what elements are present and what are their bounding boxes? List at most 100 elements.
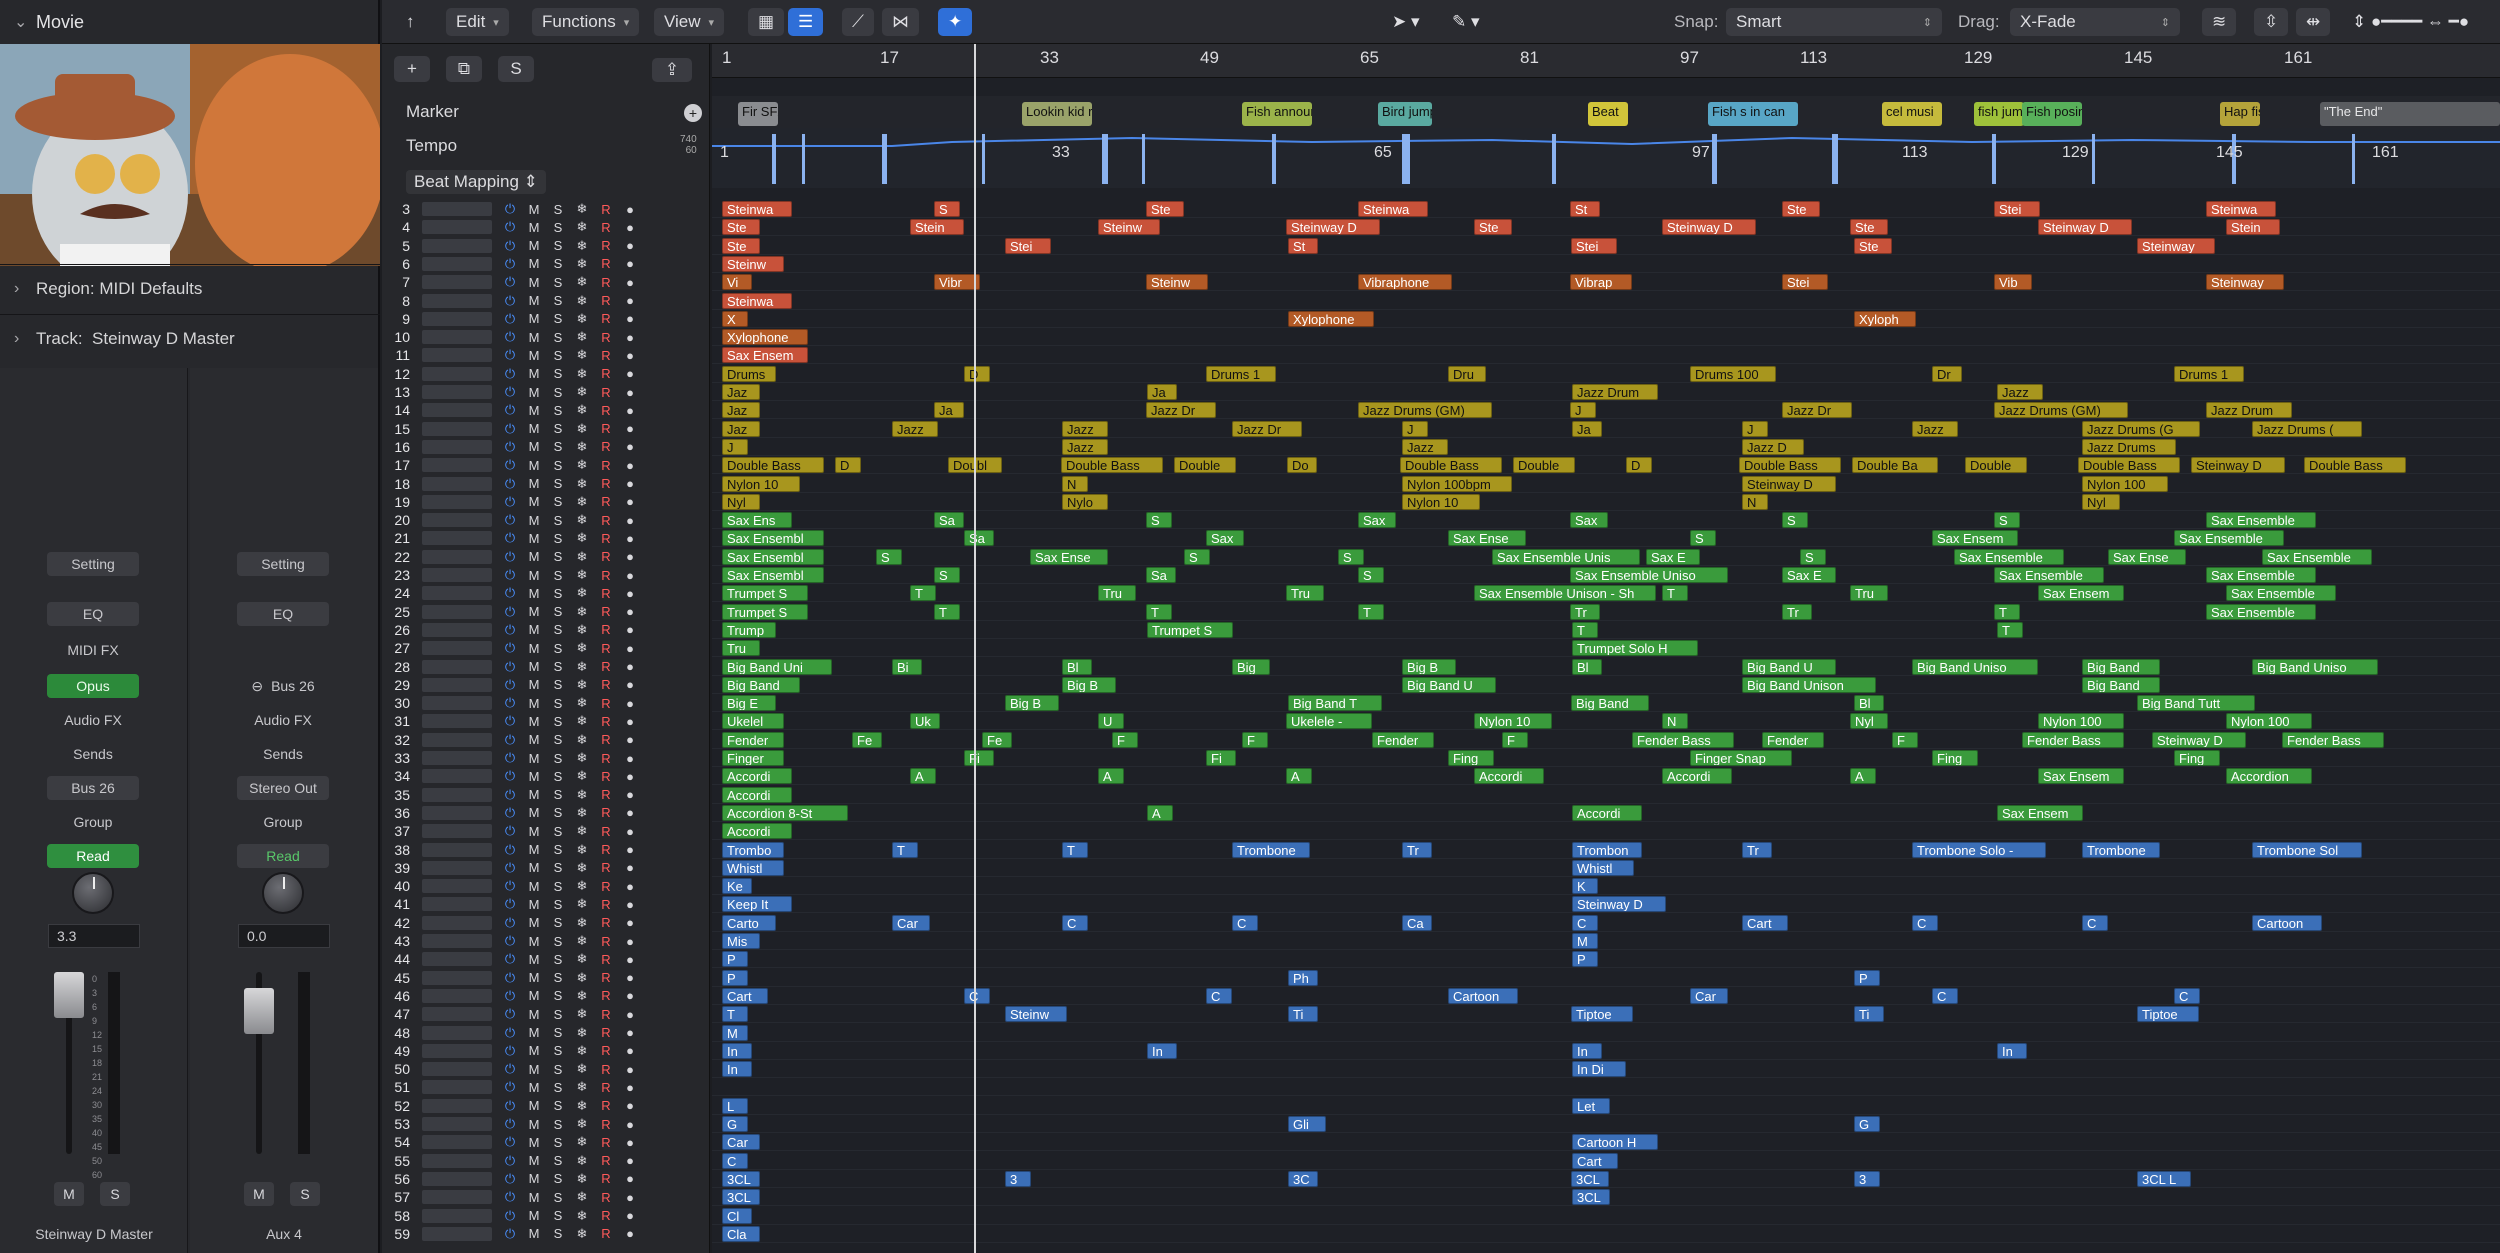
pencil-tool-icon[interactable]: ✎ ▾: [1442, 8, 1490, 36]
input-monitor-icon[interactable]: ●: [618, 897, 642, 912]
back-arrow-icon[interactable]: ↑: [396, 8, 425, 36]
region[interactable]: Fi: [964, 750, 994, 766]
record-button[interactable]: R: [594, 586, 618, 601]
setting-button[interactable]: Setting: [237, 552, 329, 576]
input-monitor-icon[interactable]: ●: [618, 421, 642, 436]
region[interactable]: Jazz Drums (GM): [1994, 402, 2128, 419]
freeze-icon[interactable]: ❄: [570, 512, 594, 528]
region[interactable]: T: [934, 603, 960, 620]
input-monitor-icon[interactable]: ●: [618, 1153, 642, 1168]
input-monitor-icon[interactable]: ●: [618, 494, 642, 509]
solo-button[interactable]: S: [546, 1208, 570, 1223]
solo-button[interactable]: S: [546, 1226, 570, 1241]
region[interactable]: Sax Ense: [2108, 548, 2186, 565]
region[interactable]: Steinway D: [1742, 475, 1836, 492]
audio-fx-slot[interactable]: Audio FX: [237, 708, 329, 732]
region[interactable]: F: [1502, 731, 1528, 748]
input-monitor-icon[interactable]: ●: [618, 1226, 642, 1241]
track-lane[interactable]: [712, 1078, 2500, 1097]
region[interactable]: Cartoon H: [1572, 1134, 1658, 1151]
mute-button[interactable]: M: [522, 751, 546, 766]
record-button[interactable]: R: [594, 1062, 618, 1077]
power-icon[interactable]: ⏻: [498, 329, 522, 345]
chevron-right-icon[interactable]: ›: [14, 280, 26, 298]
region[interactable]: T: [1062, 841, 1088, 858]
power-icon[interactable]: ⏻: [498, 384, 522, 400]
list-view-icon[interactable]: ☰: [788, 8, 824, 36]
record-button[interactable]: R: [594, 659, 618, 674]
record-button[interactable]: R: [594, 897, 618, 912]
track-lane[interactable]: Trumpet S T T T Tr Tr T Sax Ensemble: [712, 603, 2500, 621]
marker-region[interactable]: Fir SFX: [738, 102, 778, 126]
track-header[interactable]: 47 ⏻ M S ❄ R ●: [382, 1005, 710, 1023]
region[interactable]: Sax Ensemble Unison - Sh: [1474, 585, 1656, 602]
region[interactable]: Fender: [722, 731, 784, 748]
power-icon[interactable]: ⏻: [498, 1171, 522, 1187]
region[interactable]: Stein: [2226, 219, 2280, 236]
track-header[interactable]: 35 ⏻ M S ❄ R ●: [382, 786, 710, 804]
audio-fx-slot[interactable]: Audio FX: [47, 708, 139, 732]
region[interactable]: Dru: [1448, 365, 1486, 382]
freeze-icon[interactable]: ❄: [570, 970, 594, 986]
region[interactable]: Sax Ensembl: [722, 530, 824, 547]
freeze-icon[interactable]: ❄: [570, 585, 594, 601]
region[interactable]: Trombone: [2082, 841, 2160, 858]
solo-button[interactable]: S: [546, 1062, 570, 1077]
freeze-icon[interactable]: ❄: [570, 293, 594, 309]
freeze-icon[interactable]: ❄: [570, 329, 594, 345]
region[interactable]: Bl: [1062, 658, 1092, 675]
view-menu[interactable]: View ▾: [654, 8, 725, 36]
region[interactable]: Accordi: [722, 768, 792, 785]
region[interactable]: Sax Ensemble Unis: [1492, 548, 1640, 565]
region[interactable]: K: [1572, 878, 1598, 895]
track-lane[interactable]: Ste Stei St Stei Ste Steinway: [712, 237, 2500, 255]
solo-button[interactable]: S: [546, 1043, 570, 1058]
region[interactable]: Cart: [722, 987, 768, 1004]
track-lane[interactable]: Nyl Nylo Nylon 10 N Nyl: [712, 493, 2500, 511]
freeze-icon[interactable]: ❄: [570, 549, 594, 565]
snap-select[interactable]: Smart ⇕: [1726, 8, 1942, 36]
track-header[interactable]: 33 ⏻ M S ❄ R ●: [382, 749, 710, 767]
freeze-icon[interactable]: ❄: [570, 274, 594, 290]
region[interactable]: Xylophone: [722, 329, 808, 346]
region[interactable]: Tiptoe: [2137, 1006, 2199, 1023]
region[interactable]: Nyl: [722, 493, 760, 510]
record-button[interactable]: R: [594, 915, 618, 930]
mute-button[interactable]: M: [522, 824, 546, 839]
freeze-icon[interactable]: ❄: [570, 1025, 594, 1041]
region[interactable]: Big Band U: [1402, 676, 1496, 693]
freeze-icon[interactable]: ❄: [570, 677, 594, 693]
region[interactable]: Car: [722, 1134, 760, 1151]
region[interactable]: Nylon 10: [1474, 713, 1552, 730]
power-icon[interactable]: ⏻: [498, 238, 522, 254]
track-header[interactable]: 58 ⏻ M S ❄ R ●: [382, 1207, 710, 1225]
region[interactable]: Sax Ensem: [2038, 768, 2124, 785]
marker-region[interactable]: Fish announce: [1242, 102, 1312, 126]
region[interactable]: Jazz Drums (GM): [1358, 402, 1492, 419]
region[interactable]: Dr: [1932, 365, 1962, 382]
track-header[interactable]: 46 ⏻ M S ❄ R ●: [382, 987, 710, 1005]
input-monitor-icon[interactable]: ●: [618, 1007, 642, 1022]
track-lane[interactable]: Trumpet S T Tru Tru Sax Ensemble Unison - Sh…: [712, 584, 2500, 603]
region[interactable]: J: [1402, 420, 1428, 437]
mute-button[interactable]: M: [522, 385, 546, 400]
mute-button[interactable]: M: [54, 1182, 84, 1206]
input-monitor-icon[interactable]: ●: [618, 385, 642, 400]
mute-button[interactable]: M: [522, 256, 546, 271]
power-icon[interactable]: ⏻: [498, 805, 522, 821]
region[interactable]: C: [964, 987, 990, 1004]
track-lane[interactable]: 3CL 3 3C 3CL 3 3CL L: [712, 1170, 2500, 1188]
region[interactable]: Nylon 10: [722, 475, 800, 492]
region[interactable]: Sax: [1570, 512, 1608, 529]
region[interactable]: Jazz Drums (G: [2082, 420, 2200, 437]
power-icon[interactable]: ⏻: [498, 421, 522, 437]
power-icon[interactable]: ⏻: [498, 293, 522, 309]
track-header[interactable]: 3 ⏻ M S ❄ R ●: [382, 200, 710, 218]
track-header[interactable]: 41 ⏻ M S ❄ R ●: [382, 895, 710, 913]
power-icon[interactable]: ⏻: [498, 622, 522, 638]
record-button[interactable]: R: [594, 970, 618, 985]
region[interactable]: Sax Ensem: [1997, 804, 2083, 821]
region[interactable]: Steinw: [1146, 274, 1208, 291]
marker-region[interactable]: fish jumps: [1974, 102, 2024, 126]
region[interactable]: Vibrap: [1570, 274, 1632, 291]
